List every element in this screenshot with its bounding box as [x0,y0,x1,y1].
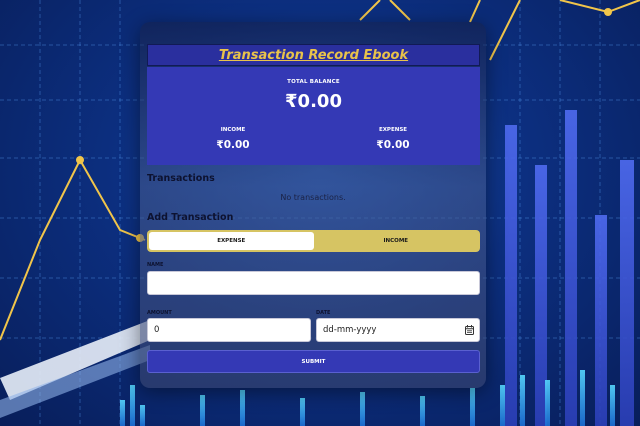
balance-panel: TOTAL BALANCE ₹0.00 INCOME ₹0.00 EXPENSE… [147,67,480,165]
amount-label: AMOUNT [147,310,172,316]
app-title-bar: Transaction Record Ebook [147,44,480,66]
submit-button[interactable]: SUBMIT [147,350,480,373]
total-balance-label: TOTAL BALANCE [287,79,340,85]
expense-label: EXPENSE [378,127,408,133]
transaction-card: Transaction Record Ebook TOTAL BALANCE ₹… [140,22,486,388]
app-title: Transaction Record Ebook [218,47,409,63]
empty-transactions-text: No transactions. [280,193,346,202]
transaction-type-toggle: EXPENSE INCOME [147,230,480,252]
transactions-heading: Transactions [147,173,215,184]
name-input[interactable] [147,271,480,295]
income-summary: INCOME ₹0.00 [173,127,293,151]
income-value: ₹0.00 [216,139,250,151]
expense-value: ₹0.00 [376,139,410,151]
income-toggle-button[interactable]: INCOME [314,232,479,250]
amount-input[interactable]: 0 [147,318,311,342]
expense-toggle-button[interactable]: EXPENSE [149,232,314,250]
name-label: NAME [147,262,164,268]
add-transaction-heading: Add Transaction [147,212,234,223]
date-label: DATE [316,310,331,316]
total-balance-value: ₹0.00 [285,91,342,112]
calendar-icon[interactable] [465,325,474,335]
expense-summary: EXPENSE ₹0.00 [333,127,453,151]
date-placeholder: dd-mm-yyyy [323,325,377,335]
date-input[interactable]: dd-mm-yyyy [316,318,480,342]
income-label: INCOME [220,127,246,133]
